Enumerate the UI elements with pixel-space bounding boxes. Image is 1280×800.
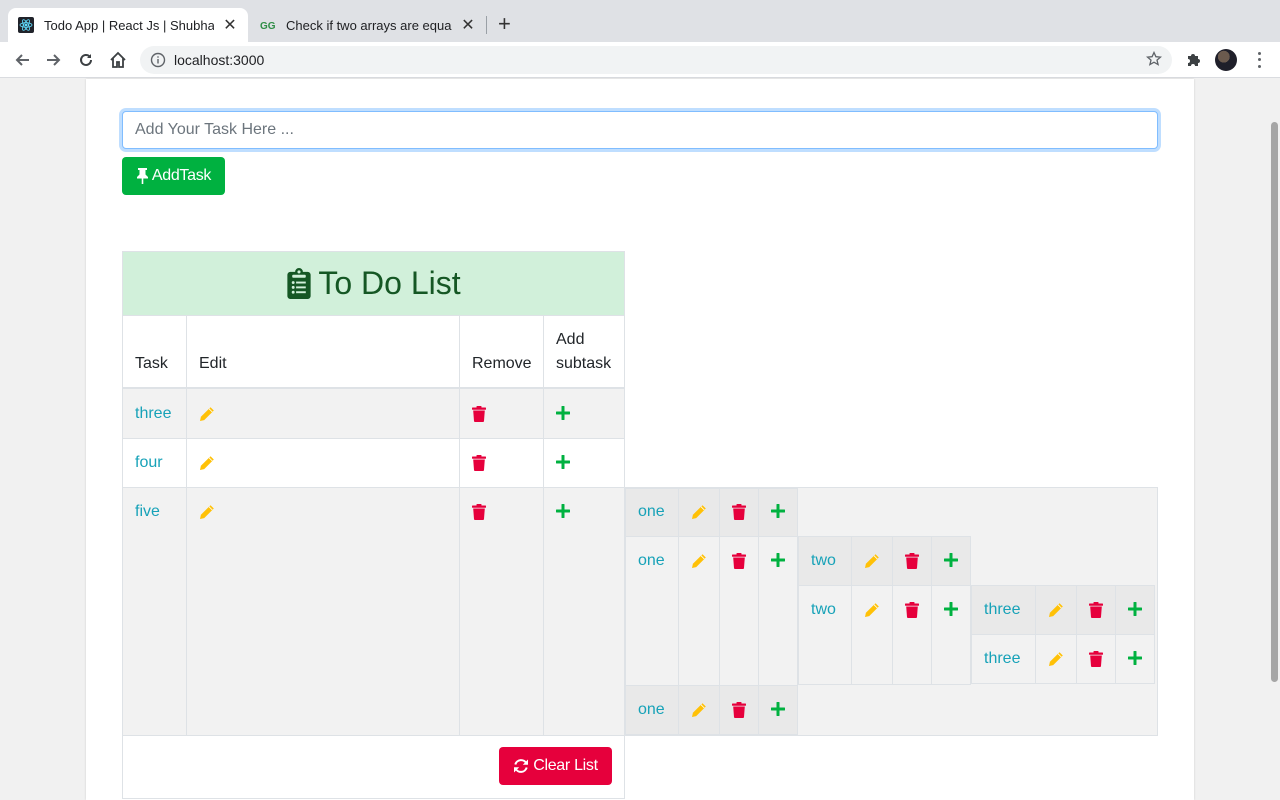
home-icon[interactable]: [107, 50, 129, 70]
browser-tab-inactive[interactable]: GG Check if two arrays are equal or ✕: [250, 8, 486, 42]
browser-menu-icon[interactable]: [1254, 50, 1264, 70]
pencil-icon[interactable]: [691, 504, 707, 520]
table-cell: [851, 585, 893, 685]
plus-icon[interactable]: [771, 553, 787, 569]
title-text: To Do List: [318, 265, 461, 301]
trash-icon[interactable]: [905, 553, 921, 569]
pencil-icon[interactable]: [864, 602, 880, 618]
header-edit: [186, 315, 460, 389]
plus-icon[interactable]: [556, 406, 572, 422]
pencil-icon[interactable]: [199, 504, 215, 520]
table-cell: [543, 487, 625, 736]
table-cell: [186, 487, 460, 736]
trash-icon[interactable]: [732, 702, 748, 718]
tab-title: Check if two arrays are equal or: [286, 17, 452, 33]
subtask-text: one: [638, 503, 665, 520]
pencil-icon[interactable]: [1048, 602, 1064, 618]
pencil-icon[interactable]: [691, 702, 707, 718]
header-remove: [459, 315, 544, 389]
trash-icon[interactable]: [472, 455, 488, 471]
svg-text:GG: GG: [260, 21, 276, 32]
url-text: localhost:3000: [174, 52, 265, 68]
header-task-label: Task: [135, 355, 168, 372]
new-tab-icon[interactable]: +: [498, 13, 511, 35]
task-text: five: [135, 503, 160, 520]
pencil-icon[interactable]: [864, 553, 880, 569]
gfg-logo-icon: GG: [260, 17, 276, 33]
pencil-icon[interactable]: [199, 406, 215, 422]
trash-icon[interactable]: [732, 504, 748, 520]
plus-icon[interactable]: [1128, 651, 1144, 667]
forward-icon[interactable]: [43, 50, 65, 70]
address-bar[interactable]: localhost:3000: [140, 46, 1172, 74]
close-tab-icon[interactable]: ✕: [222, 15, 238, 35]
subtask-text: two: [811, 552, 836, 569]
react-logo-icon: [18, 17, 34, 33]
trash-icon[interactable]: [472, 406, 488, 422]
trash-icon[interactable]: [472, 504, 488, 520]
header-edit-label: Edit: [199, 355, 227, 372]
profile-avatar[interactable]: [1215, 49, 1237, 71]
task-text: three: [135, 405, 172, 422]
tab-title: Todo App | React Js | Shubham: [44, 17, 214, 33]
task-text: four: [135, 454, 163, 471]
table-cell: [186, 438, 460, 488]
table-cell: [931, 585, 971, 685]
clear-list-button[interactable]: Clear List: [499, 747, 612, 785]
header-task: [122, 315, 187, 389]
subtask-text: three: [984, 601, 1021, 618]
plus-icon[interactable]: [944, 553, 960, 569]
tab-separator: [486, 16, 487, 34]
header-add-subtask: [543, 315, 625, 389]
back-icon[interactable]: [11, 50, 33, 70]
sync-icon: [514, 759, 529, 773]
plus-icon[interactable]: [1128, 602, 1144, 618]
task-input[interactable]: [122, 111, 1158, 149]
page-title: To Do List: [123, 252, 624, 315]
clear-list-label: Clear List: [533, 757, 598, 774]
trash-icon[interactable]: [1089, 651, 1105, 667]
scrollbar-thumb[interactable]: [1271, 122, 1278, 682]
table-cell: [186, 388, 460, 439]
header-add-label: Add: [556, 331, 585, 348]
thumbtack-icon: [136, 168, 148, 184]
extensions-puzzle-icon[interactable]: [1185, 51, 1203, 74]
add-task-button[interactable]: AddTask: [122, 157, 225, 195]
plus-icon[interactable]: [771, 702, 787, 718]
subtask-text: three: [984, 650, 1021, 667]
table-cell: [892, 585, 932, 685]
trash-icon[interactable]: [732, 553, 748, 569]
pencil-icon[interactable]: [199, 455, 215, 471]
header-subtask-label: subtask: [556, 355, 612, 372]
reload-icon[interactable]: [75, 50, 97, 70]
table-cell: [459, 487, 544, 736]
pencil-icon[interactable]: [1048, 651, 1064, 667]
plus-icon[interactable]: [771, 504, 787, 520]
pencil-icon[interactable]: [691, 553, 707, 569]
info-icon[interactable]: [150, 52, 166, 68]
plus-icon[interactable]: [944, 602, 960, 618]
bookmark-star-icon[interactable]: [1145, 50, 1163, 72]
add-task-label: AddTask: [151, 167, 212, 184]
header-remove-label: Remove: [472, 355, 532, 372]
plus-icon[interactable]: [556, 455, 572, 471]
subtask-text: one: [638, 552, 665, 569]
browser-tab-active[interactable]: Todo App | React Js | Shubham ✕: [8, 8, 248, 42]
clipboard-list-icon: [287, 268, 311, 299]
close-tab-icon[interactable]: ✕: [460, 15, 476, 35]
table-row: [122, 487, 187, 736]
subtask-text: two: [811, 601, 836, 618]
subtask-text: one: [638, 701, 665, 718]
table-cell: [798, 585, 852, 685]
trash-icon[interactable]: [905, 602, 921, 618]
trash-icon[interactable]: [1089, 602, 1105, 618]
plus-icon[interactable]: [556, 504, 572, 520]
